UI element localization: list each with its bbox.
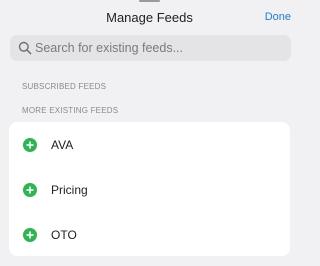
feed-item-ava[interactable]: AVA (9, 122, 290, 166)
feed-item-label: Pricing (51, 183, 88, 197)
search-bar[interactable] (10, 35, 291, 61)
add-circle-icon[interactable] (23, 138, 37, 152)
feed-item-label: OTO (51, 228, 77, 242)
page-title: Manage Feeds (106, 10, 193, 25)
header: Manage Feeds Done (0, 0, 299, 34)
add-circle-icon[interactable] (23, 183, 37, 197)
add-circle-icon[interactable] (23, 228, 37, 242)
feed-item-label: AVA (51, 138, 74, 152)
search-input[interactable] (35, 35, 285, 61)
done-button[interactable]: Done (265, 11, 291, 23)
feed-item-pricing[interactable]: Pricing (9, 167, 290, 211)
feed-list: AVA Pricing OTO (9, 122, 290, 256)
section-label-more-existing-feeds: MORE EXISTING FEEDS (22, 106, 119, 115)
search-icon (18, 41, 32, 55)
feed-item-oto[interactable]: OTO (9, 212, 290, 256)
section-label-subscribed-feeds: SUBSCRIBED FEEDS (22, 82, 107, 91)
